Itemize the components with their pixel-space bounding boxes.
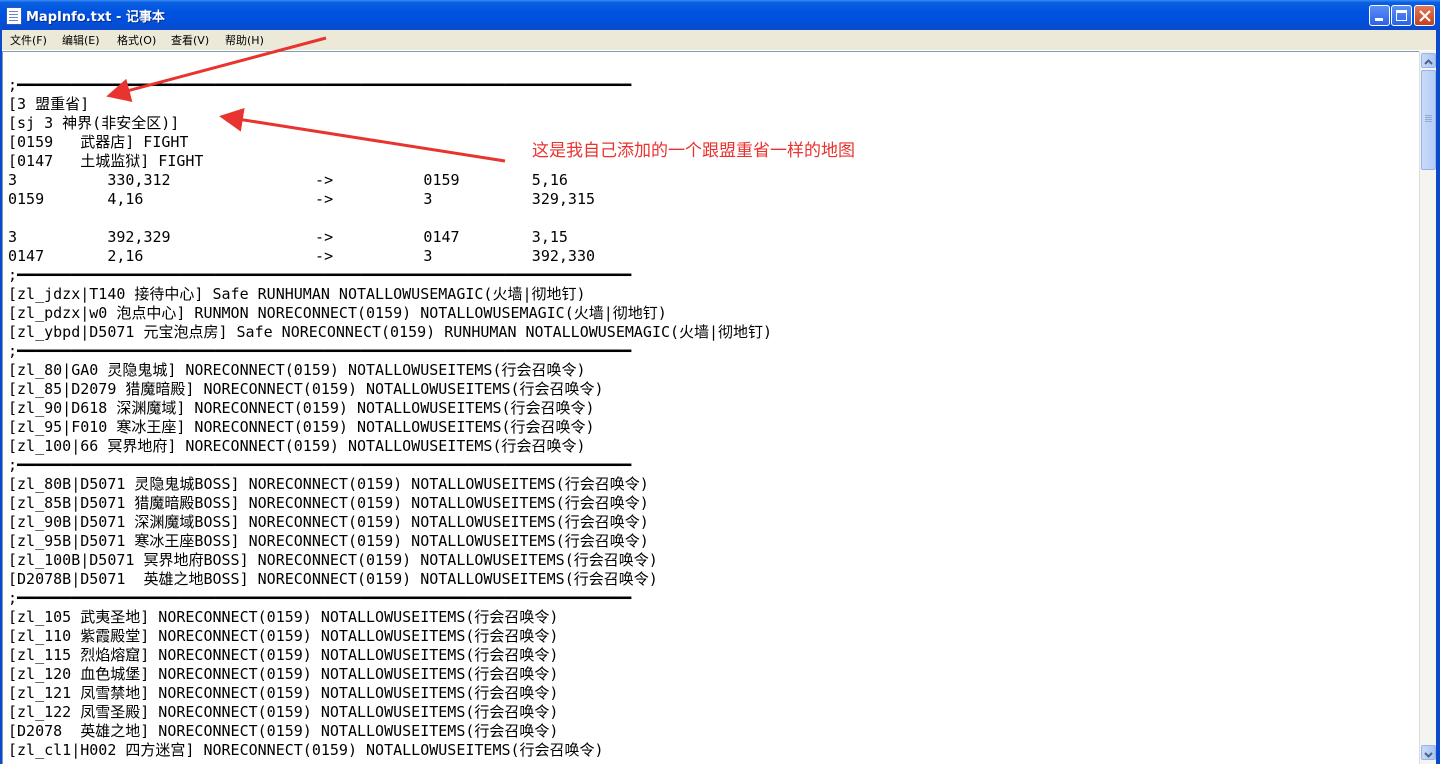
close-button[interactable] — [1414, 5, 1435, 26]
scroll-up-button[interactable] — [1421, 53, 1436, 68]
text-line: [D2078B|D5071 英雄之地BOSS] NORECONNECT(0159… — [8, 570, 658, 588]
minimize-button[interactable] — [1369, 5, 1390, 26]
text-line: [zl_95|F010 寒冰王座] NORECONNECT(0159) NOTA… — [8, 418, 595, 436]
text-line: 3 330,312 -> 0159 5,16 — [8, 171, 568, 189]
text-line: [zl_120 血色城堡] NORECONNECT(0159) NOTALLOW… — [8, 665, 559, 683]
text-line: [3 盟重省] — [8, 95, 90, 113]
annotation-text: 这是我自己添加的一个跟盟重省一样的地图 — [532, 141, 855, 161]
text-line: [zl_100B|D5071 冥界地府BOSS] NORECONNECT(015… — [8, 551, 658, 569]
menu-view[interactable]: 查看(V) — [171, 32, 209, 48]
menu-file[interactable]: 文件(F) — [10, 32, 47, 48]
notepad-window: MapInfo.txt - 记事本 文件(F) 编辑(E) 格式(O) 查看(V… — [0, 0, 1440, 764]
chevron-up-icon — [1424, 59, 1433, 65]
title-bar[interactable]: MapInfo.txt - 记事本 — [0, 0, 1440, 30]
text-line: 3 392,329 -> 0147 3,15 — [8, 228, 568, 246]
editor-text[interactable]: ;━━━━━━━━━━━━━━━━━━━━━━━━━━━━━━━━━━━━━━━… — [8, 76, 1422, 760]
text-line: [zl_jdzx|T140 接待中心] Safe RUNHUMAN NOTALL… — [8, 285, 586, 303]
text-line: 0147 2,16 -> 3 392,330 — [8, 247, 595, 265]
minimize-icon — [1375, 18, 1383, 21]
text-line: ;━━━━━━━━━━━━━━━━━━━━━━━━━━━━━━━━━━━━━━━… — [8, 76, 632, 94]
text-line: [zl_121 凤雪禁地] NORECONNECT(0159) NOTALLOW… — [8, 684, 559, 702]
text-line: [zl_85|D2079 猎魔暗殿] NORECONNECT(0159) NOT… — [8, 380, 604, 398]
text-line: [zl_cl1|H002 四方迷宫] NORECONNECT(0159) NOT… — [8, 741, 604, 759]
maximize-icon — [1396, 10, 1407, 21]
notepad-icon[interactable] — [6, 7, 22, 25]
text-line: [zl_80B|D5071 灵隐鬼城BOSS] NORECONNECT(0159… — [8, 475, 649, 493]
text-line: [zl_115 烈焰熔窟] NORECONNECT(0159) NOTALLOW… — [8, 646, 559, 664]
scroll-thumb[interactable] — [1421, 70, 1436, 170]
window-right-border — [1436, 30, 1440, 764]
text-line: ;━━━━━━━━━━━━━━━━━━━━━━━━━━━━━━━━━━━━━━━… — [8, 456, 632, 474]
menu-edit[interactable]: 编辑(E) — [62, 32, 100, 48]
window-left-border — [0, 30, 2, 764]
text-line: [zl_80|GA0 灵隐鬼城] NORECONNECT(0159) NOTAL… — [8, 361, 586, 379]
text-line: 0159 4,16 -> 3 329,315 — [8, 190, 595, 208]
text-line: [zl_85B|D5071 猎魔暗殿BOSS] NORECONNECT(0159… — [8, 494, 649, 512]
window-title: MapInfo.txt - 记事本 — [26, 10, 165, 25]
text-line: [zl_110 紫霞殿堂] NORECONNECT(0159) NOTALLOW… — [8, 627, 559, 645]
scroll-down-button[interactable] — [1421, 745, 1436, 760]
text-line: [zl_90B|D5071 深渊魔域BOSS] NORECONNECT(0159… — [8, 513, 649, 531]
text-line: [D2078 英雄之地] NORECONNECT(0159) NOTALLOWU… — [8, 722, 559, 740]
text-line: [zl_105 武夷圣地] NORECONNECT(0159) NOTALLOW… — [8, 608, 559, 626]
text-line: [sj 3 神界(非安全区)] — [8, 114, 180, 132]
chevron-down-icon — [1424, 752, 1433, 758]
text-line: ;━━━━━━━━━━━━━━━━━━━━━━━━━━━━━━━━━━━━━━━… — [8, 266, 632, 284]
text-line: ;━━━━━━━━━━━━━━━━━━━━━━━━━━━━━━━━━━━━━━━… — [8, 589, 632, 607]
menu-format[interactable]: 格式(O) — [117, 32, 156, 48]
text-line: [zl_ybpd|D5071 元宝泡点房] Safe NORECONNECT(0… — [8, 323, 773, 341]
vertical-scrollbar[interactable] — [1419, 51, 1437, 764]
text-line: [zl_90|D618 深渊魔域] NORECONNECT(0159) NOTA… — [8, 399, 595, 417]
text-line: ;━━━━━━━━━━━━━━━━━━━━━━━━━━━━━━━━━━━━━━━… — [8, 342, 632, 360]
text-line: [zl_100|66 冥界地府] NORECONNECT(0159) NOTAL… — [8, 437, 586, 455]
maximize-button[interactable] — [1391, 5, 1412, 26]
close-icon — [1419, 10, 1431, 22]
text-line: [zl_122 凤雪圣殿] NORECONNECT(0159) NOTALLOW… — [8, 703, 559, 721]
text-line: [zl_pdzx|w0 泡点中心] RUNMON NORECONNECT(015… — [8, 304, 667, 322]
text-line: [zl_95B|D5071 寒冰王座BOSS] NORECONNECT(0159… — [8, 532, 649, 550]
menu-help[interactable]: 帮助(H) — [225, 32, 264, 48]
text-line — [8, 209, 1422, 228]
menu-bar: 文件(F) 编辑(E) 格式(O) 查看(V) 帮助(H) — [0, 30, 1440, 51]
